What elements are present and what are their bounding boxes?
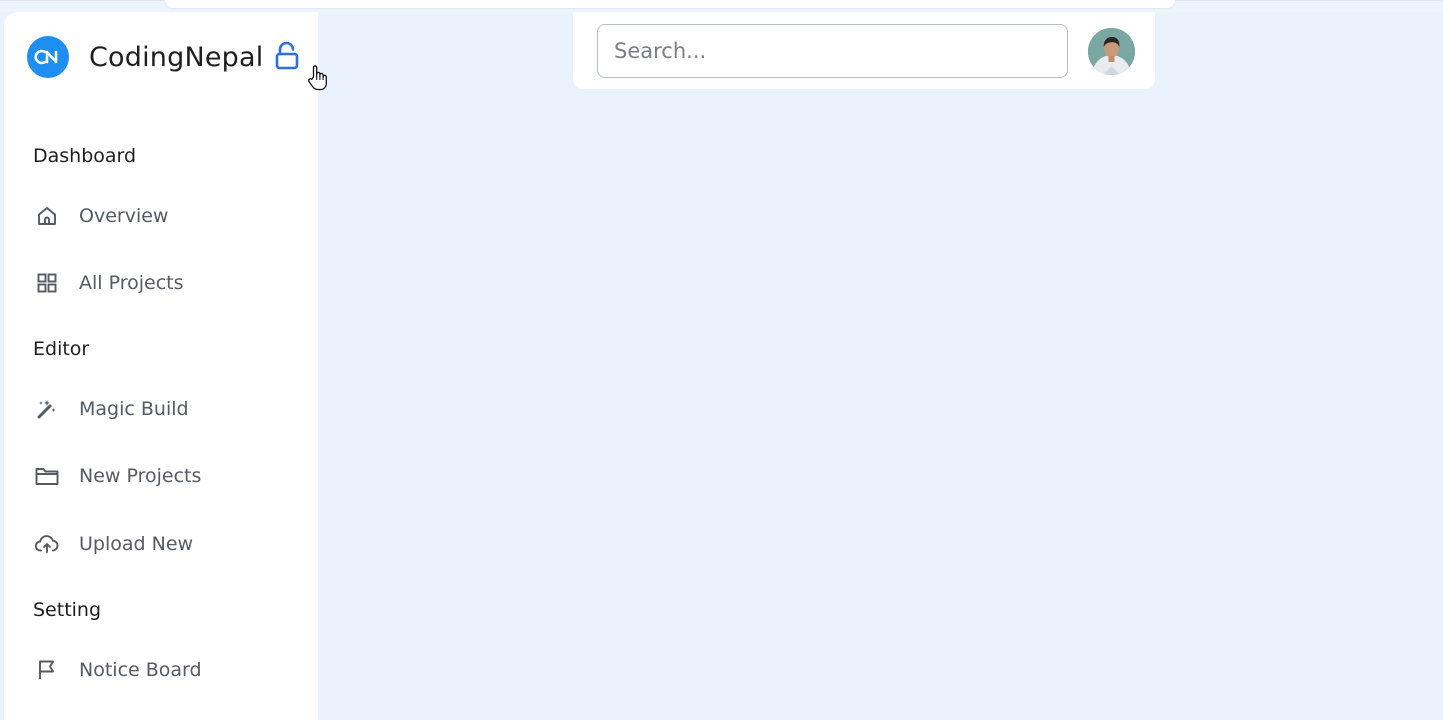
- sidebar-item-overview[interactable]: Overview: [24, 193, 304, 239]
- codingnepal-logo-icon: [27, 36, 69, 78]
- search-input[interactable]: [597, 24, 1068, 78]
- sidebar-item-label: Upload New: [79, 533, 194, 555]
- brand-name: CodingNepal: [89, 41, 264, 73]
- section-title-editor: Editor: [33, 338, 90, 360]
- flag-icon: [32, 655, 62, 685]
- user-avatar[interactable]: [1088, 28, 1135, 75]
- grid-icon: [32, 268, 62, 298]
- folder-icon: [32, 461, 62, 491]
- sidebar-item-new-projects[interactable]: New Projects: [24, 453, 304, 499]
- sidebar-item-all-projects[interactable]: All Projects: [24, 260, 304, 306]
- sidebar-item-magic-build[interactable]: Magic Build: [24, 386, 304, 432]
- sidebar-item-label: Notice Board: [79, 659, 202, 681]
- cloud-upload-icon: [32, 529, 62, 559]
- app-page: CodingNepal Dashboard Overview All Proje…: [0, 0, 1443, 720]
- sidebar-item-label: All Projects: [79, 272, 184, 294]
- sidebar-item-label: Magic Build: [79, 398, 189, 420]
- sidebar-item-label: New Projects: [79, 465, 202, 487]
- sidebar-item-label: Overview: [79, 205, 169, 227]
- brand[interactable]: CodingNepal: [27, 35, 263, 79]
- magic-wand-icon: [32, 394, 62, 424]
- sidebar-item-notice-board[interactable]: Notice Board: [24, 647, 304, 693]
- sidebar-item-upload-new[interactable]: Upload New: [24, 521, 304, 567]
- section-title-dashboard: Dashboard: [33, 145, 137, 167]
- section-title-setting: Setting: [33, 599, 102, 621]
- lock-open-icon[interactable]: [274, 41, 302, 71]
- home-icon: [32, 201, 62, 231]
- top-navbar: [573, 12, 1155, 89]
- top-overlay-edge: [165, 0, 1175, 8]
- top-edge: [0, 0, 1443, 12]
- sidebar: CodingNepal Dashboard Overview All Proje…: [4, 12, 318, 720]
